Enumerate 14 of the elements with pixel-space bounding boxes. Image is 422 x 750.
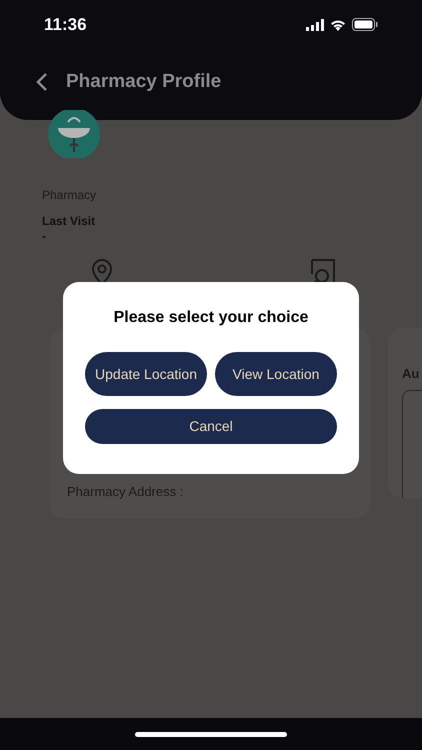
cancel-button[interactable]: Cancel [85,409,337,444]
dialog-option-button[interactable]: View Location [215,352,337,396]
dialog-option-button[interactable]: Update Location [85,352,207,396]
last-visit-value: - [42,230,47,242]
battery-icon [352,18,378,32]
last-visit-label: Last Visit [42,213,96,230]
home-indicator[interactable] [135,732,287,736]
wifi-icon [330,18,346,31]
signal-icon [306,18,324,31]
status-time: 11:36 [44,14,87,36]
dialog-title: Please select your choice [114,308,308,328]
page-title: Pharmacy Profile [66,70,222,94]
back-icon[interactable] [36,72,48,92]
pharmacy-logo-icon [46,110,102,158]
